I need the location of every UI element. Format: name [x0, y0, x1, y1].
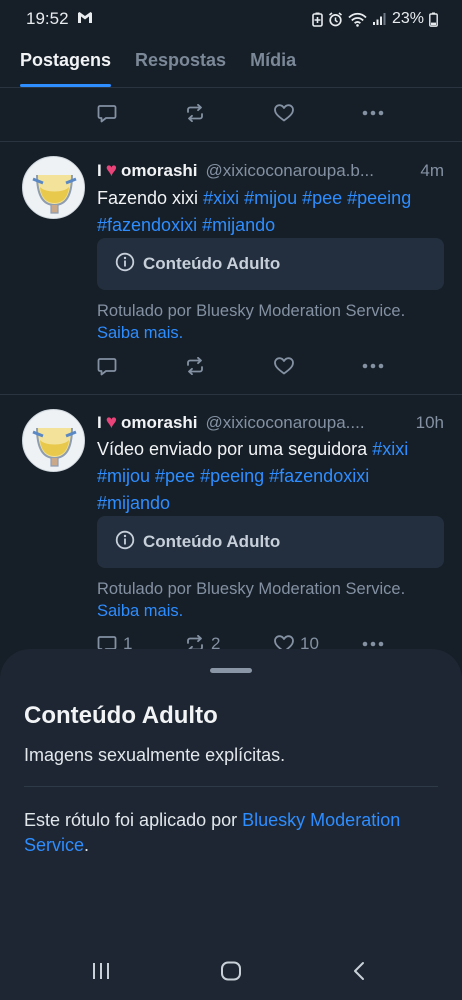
signal-icon [372, 12, 387, 26]
content-warning-label: Conteúdo Adulto [143, 532, 281, 551]
label-note-text: Rotulado por Bluesky Moderation Service. [97, 580, 406, 598]
status-bar: 19:52 23% [0, 0, 462, 38]
content-warning-button[interactable]: Conteúdo Adulto [97, 238, 444, 290]
tab-postagens[interactable]: Postagens [20, 38, 112, 87]
sheet-title: Conteúdo Adulto [24, 702, 218, 729]
post-body: Vídeo enviado por uma seguidora [97, 439, 373, 459]
post-header: I ♥ omorashi @xixicoconaroupa.b... 4m [97, 160, 444, 182]
system-nav-bar [0, 940, 462, 1000]
recent-apps-icon[interactable] [91, 962, 111, 985]
post-body: Fazendo xixi [97, 188, 204, 208]
author-handle[interactable]: @xixicoconaroupa.... [206, 413, 406, 433]
source-prefix: Este rótulo foi aplicado por [24, 810, 243, 830]
post-text: Vídeo enviado por uma seguidora #xixi #m… [97, 436, 444, 517]
post-divider [0, 394, 462, 395]
post-text: Fazendo xixi #xixi #mijou #pee #peeing #… [97, 185, 444, 239]
post-actions [97, 100, 397, 126]
like-button[interactable] [274, 104, 294, 122]
post-actions [97, 353, 397, 379]
author-name[interactable]: I ♥ omorashi [97, 412, 198, 434]
heart-emoji-icon: ♥ [105, 160, 118, 181]
like-button[interactable] [274, 357, 294, 375]
learn-more-link[interactable]: Saiba mais. [97, 602, 183, 620]
info-icon [115, 252, 135, 277]
battery-percent: 23% [391, 10, 424, 27]
info-icon [115, 530, 135, 555]
sheet-divider [24, 786, 438, 787]
post-time[interactable]: 4m [420, 161, 444, 181]
author-display-name: omorashi [121, 161, 198, 180]
post-divider [0, 141, 462, 142]
repost-button[interactable] [185, 104, 205, 122]
label-note-text: Rotulado por Bluesky Moderation Service. [97, 302, 406, 320]
post-time[interactable]: 10h [416, 413, 444, 433]
author-prefix: I [97, 413, 102, 432]
sheet-source: Este rótulo foi aplicado por Bluesky Mod… [24, 808, 422, 858]
reply-button[interactable] [97, 104, 117, 123]
moderation-label-note: Rotulado por Bluesky Moderation Service.… [97, 300, 444, 344]
home-icon[interactable] [220, 961, 242, 986]
alarm-icon [328, 11, 343, 27]
moderation-label-note: Rotulado por Bluesky Moderation Service.… [97, 578, 444, 622]
reply-button[interactable] [97, 357, 117, 376]
sheet-drag-handle[interactable] [210, 668, 252, 673]
author-prefix: I [97, 161, 102, 180]
avatar[interactable] [22, 156, 85, 219]
content-warning-label: Conteúdo Adulto [143, 254, 281, 273]
author-display-name: omorashi [121, 413, 198, 432]
tab-respostas[interactable]: Respostas [135, 38, 226, 87]
back-icon[interactable] [352, 961, 366, 986]
content-warning-button[interactable]: Conteúdo Adulto [97, 516, 444, 568]
learn-more-link[interactable]: Saiba mais. [97, 324, 183, 342]
repost-button[interactable] [185, 357, 205, 375]
post-header: I ♥ omorashi @xixicoconaroupa.... 10h [97, 412, 444, 434]
more-options-icon[interactable] [362, 363, 384, 369]
wifi-icon [348, 12, 367, 27]
battery-icon [429, 12, 438, 27]
gmail-icon [77, 9, 93, 29]
author-handle[interactable]: @xixicoconaroupa.b... [206, 161, 411, 181]
avatar[interactable] [22, 409, 85, 472]
more-options-icon[interactable] [362, 641, 384, 647]
author-name[interactable]: I ♥ omorashi [97, 160, 198, 182]
sheet-description: Imagens sexualmente explícitas. [24, 745, 286, 765]
tab-midia[interactable]: Mídia [250, 38, 296, 87]
battery-saver-icon [312, 12, 323, 27]
profile-tabs: Postagens Respostas Mídia [0, 38, 462, 88]
heart-emoji-icon: ♥ [105, 412, 118, 433]
status-time: 19:52 [26, 9, 69, 28]
more-options-icon[interactable] [362, 110, 384, 116]
source-suffix: . [84, 835, 90, 855]
